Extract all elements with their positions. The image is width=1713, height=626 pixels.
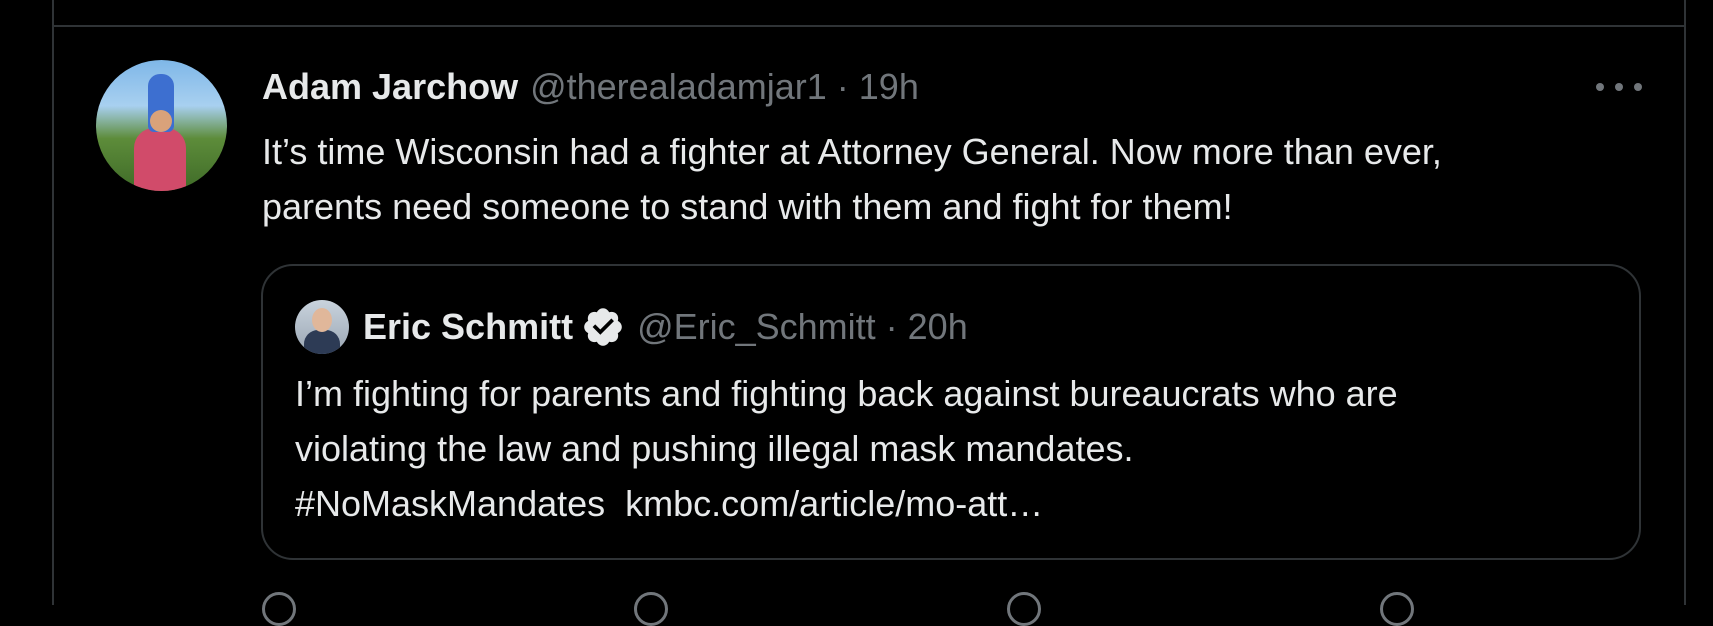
tweet-divider — [52, 25, 1686, 27]
article-link[interactable]: kmbc.com/article/mo-att… — [625, 483, 1043, 524]
quoted-tweet-header: Eric Schmitt @Eric_Schmitt · 20h — [363, 304, 968, 350]
reply-icon[interactable] — [262, 592, 296, 626]
tweet-text: It’s time Wisconsin had a fighter at Att… — [262, 124, 1642, 234]
hashtag-link[interactable]: #NoMaskMandates — [295, 483, 605, 524]
column-border-left — [52, 0, 54, 605]
verified-badge-icon — [584, 308, 622, 346]
quoted-tweet-timestamp[interactable]: 20h — [908, 306, 968, 348]
more-dot — [1596, 83, 1604, 91]
retweet-icon[interactable] — [634, 592, 668, 626]
author-name[interactable]: Adam Jarchow — [262, 66, 518, 108]
quoted-tweet[interactable]: Eric Schmitt @Eric_Schmitt · 20h I’m fig… — [261, 264, 1641, 560]
quoted-header-separator: · — [885, 306, 898, 347]
quoted-text-line: violating the law and pushing illegal ma… — [295, 428, 1134, 469]
more-dot — [1615, 83, 1623, 91]
timeline-frame: Adam Jarchow @therealadamjar1 · 19h It’s… — [0, 0, 1713, 626]
like-icon[interactable] — [1007, 592, 1041, 626]
tweet-text-line: It’s time Wisconsin had a fighter at Att… — [262, 131, 1442, 172]
tweet-timestamp[interactable]: 19h — [859, 66, 919, 108]
avatar-head-shape — [150, 110, 172, 132]
header-separator: · — [836, 66, 849, 107]
quoted-author-avatar[interactable] — [295, 300, 349, 354]
avatar-face-shape — [312, 308, 332, 332]
quoted-text-line: #NoMaskMandates kmbc.com/article/mo-att… — [295, 476, 1615, 531]
tweet-actions — [262, 592, 1462, 626]
more-dot — [1634, 83, 1642, 91]
avatar-person-shape — [134, 128, 186, 191]
quoted-tweet-text: I’m fighting for parents and fighting ba… — [295, 366, 1615, 531]
avatar-suit-shape — [304, 330, 340, 354]
quoted-author-handle[interactable]: @Eric_Schmitt — [637, 306, 876, 348]
quoted-author-name[interactable]: Eric Schmitt — [363, 306, 573, 348]
quoted-text-line: I’m fighting for parents and fighting ba… — [295, 373, 1398, 414]
column-border-right — [1684, 0, 1686, 605]
tweet-text-line: parents need someone to stand with them … — [262, 186, 1233, 227]
author-avatar[interactable] — [96, 60, 227, 191]
share-icon[interactable] — [1380, 592, 1414, 626]
more-dots-icon[interactable] — [1596, 74, 1642, 100]
author-handle[interactable]: @therealadamjar1 — [530, 66, 827, 108]
tweet-header: Adam Jarchow @therealadamjar1 · 19h — [262, 66, 919, 112]
